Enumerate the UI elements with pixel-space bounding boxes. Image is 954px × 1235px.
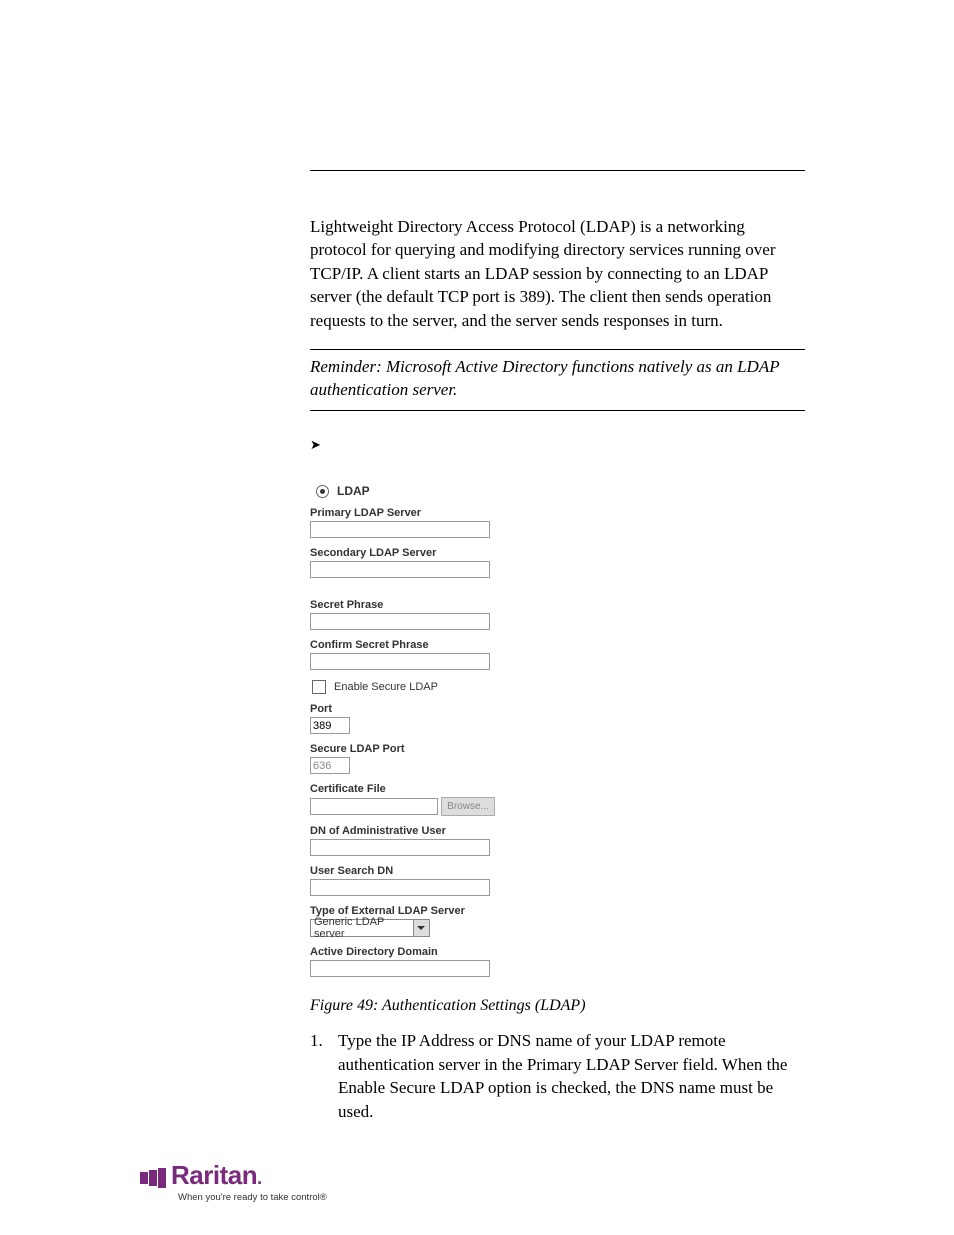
footer: Raritan. When you're ready to take contr… <box>140 1160 327 1203</box>
logo-bars-icon <box>140 1168 166 1188</box>
dn-admin-input[interactable] <box>310 839 490 856</box>
confirm-secret-label: Confirm Secret Phrase <box>310 639 510 651</box>
browse-button[interactable]: Browse... <box>441 797 495 816</box>
type-ext-select[interactable]: Generic LDAP server <box>310 919 430 937</box>
step-1: 1. Type the IP Address or DNS name of yo… <box>310 1029 805 1123</box>
ldap-radio[interactable] <box>316 485 329 498</box>
brand-logo: Raritan. <box>140 1160 327 1191</box>
port-input[interactable] <box>310 717 350 734</box>
secret-phrase-input[interactable] <box>310 613 490 630</box>
cert-file-input[interactable] <box>310 798 438 815</box>
secondary-ldap-input[interactable] <box>310 561 490 578</box>
secret-phrase-label: Secret Phrase <box>310 599 510 611</box>
top-rule <box>310 170 805 171</box>
reminder-note: Reminder: Microsoft Active Directory fun… <box>310 349 805 411</box>
ad-domain-label: Active Directory Domain <box>310 946 510 958</box>
user-search-dn-input[interactable] <box>310 879 490 896</box>
primary-ldap-input[interactable] <box>310 521 490 538</box>
ldap-form: LDAP Primary LDAP Server Secondary LDAP … <box>310 484 510 977</box>
intro-paragraph: Lightweight Directory Access Protocol (L… <box>310 215 805 332</box>
figure-caption: Figure 49: Authentication Settings (LDAP… <box>310 997 805 1015</box>
secure-port-label: Secure LDAP Port <box>310 743 510 755</box>
confirm-secret-input[interactable] <box>310 653 490 670</box>
enable-secure-ldap-checkbox[interactable] <box>312 680 326 694</box>
ad-domain-input[interactable] <box>310 960 490 977</box>
enable-secure-ldap-label: Enable Secure LDAP <box>334 681 438 693</box>
arrow-icon: ➤ <box>310 437 321 452</box>
cert-file-label: Certificate File <box>310 783 510 795</box>
user-search-dn-label: User Search DN <box>310 865 510 877</box>
brand-tagline: When you're ready to take control® <box>178 1192 327 1203</box>
step-1-number: 1. <box>310 1029 338 1123</box>
brand-name: Raritan. <box>171 1160 262 1191</box>
secure-port-input[interactable] <box>310 757 350 774</box>
chevron-down-icon <box>413 920 429 936</box>
ldap-radio-label: LDAP <box>337 484 370 498</box>
dn-admin-label: DN of Administrative User <box>310 825 510 837</box>
step-1-text: Type the IP Address or DNS name of your … <box>338 1029 805 1123</box>
port-label: Port <box>310 703 510 715</box>
primary-ldap-label: Primary LDAP Server <box>310 507 510 519</box>
procedure-arrow: ➤ <box>310 437 805 454</box>
secondary-ldap-label: Secondary LDAP Server <box>310 547 510 559</box>
type-ext-selected: Generic LDAP server <box>314 916 413 940</box>
